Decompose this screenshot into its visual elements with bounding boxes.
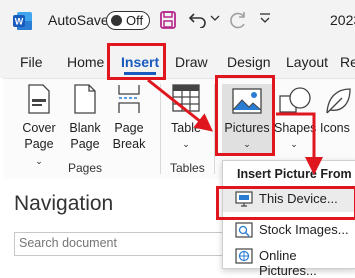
- arrow-to-this-device: [276, 112, 323, 175]
- annotation-arrows: [147, 78, 323, 175]
- arrow-to-pictures: [147, 78, 214, 132]
